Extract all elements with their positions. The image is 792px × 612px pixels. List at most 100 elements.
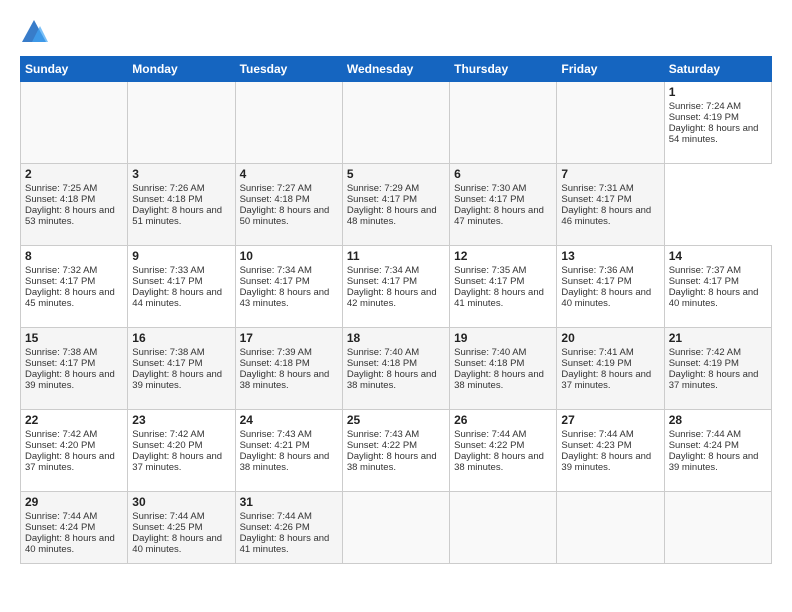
calendar-cell: 12Sunrise: 7:35 AMSunset: 4:17 PMDayligh… [450,246,557,328]
day-header-saturday: Saturday [664,57,771,82]
sunrise-label: Sunrise: 7:41 AM [561,347,659,358]
daylight-hours-label: Daylight: 8 hours and [132,533,230,544]
daylight-minutes-label: 42 minutes. [347,298,445,309]
sunrise-label: Sunrise: 7:44 AM [240,511,338,522]
sunrise-label: Sunrise: 7:43 AM [240,429,338,440]
daylight-minutes-label: 39 minutes. [132,380,230,391]
day-number: 21 [669,331,767,345]
calendar-cell: 29Sunrise: 7:44 AMSunset: 4:24 PMDayligh… [21,492,128,564]
daylight-hours-label: Daylight: 8 hours and [454,369,552,380]
calendar-cell: 21Sunrise: 7:42 AMSunset: 4:19 PMDayligh… [664,328,771,410]
sunrise-label: Sunrise: 7:31 AM [561,183,659,194]
daylight-minutes-label: 39 minutes. [561,462,659,473]
day-number: 20 [561,331,659,345]
daylight-hours-label: Daylight: 8 hours and [240,533,338,544]
day-number: 2 [25,167,123,181]
calendar-cell: 16Sunrise: 7:38 AMSunset: 4:17 PMDayligh… [128,328,235,410]
day-number: 6 [454,167,552,181]
day-number: 23 [132,413,230,427]
daylight-minutes-label: 38 minutes. [347,462,445,473]
daylight-minutes-label: 38 minutes. [454,380,552,391]
sunset-label: Sunset: 4:20 PM [25,440,123,451]
daylight-hours-label: Daylight: 8 hours and [669,287,767,298]
daylight-minutes-label: 37 minutes. [561,380,659,391]
daylight-hours-label: Daylight: 8 hours and [454,205,552,216]
calendar-cell: 15Sunrise: 7:38 AMSunset: 4:17 PMDayligh… [21,328,128,410]
sunset-label: Sunset: 4:17 PM [25,358,123,369]
day-number: 10 [240,249,338,263]
daylight-minutes-label: 41 minutes. [240,544,338,555]
sunrise-label: Sunrise: 7:44 AM [132,511,230,522]
calendar-cell [450,492,557,564]
daylight-minutes-label: 40 minutes. [669,298,767,309]
calendar-cell: 24 Sunrise: 7:43 AMSunset: 4:21 PMDayligh… [235,410,342,492]
sunrise-label: Sunrise: 7:27 AM [240,183,338,194]
daylight-minutes-label: 38 minutes. [347,380,445,391]
logo [20,18,52,46]
calendar-cell: 20Sunrise: 7:41 AMSunset: 4:19 PMDayligh… [557,328,664,410]
day-number: 24 [240,413,338,427]
daylight-minutes-label: 40 minutes. [561,298,659,309]
daylight-minutes-label: 53 minutes. [25,216,123,227]
daylight-minutes-label: 39 minutes. [669,462,767,473]
day-number: 16 [132,331,230,345]
calendar-cell [450,82,557,164]
day-header-sunday: Sunday [21,57,128,82]
daylight-minutes-label: 39 minutes. [25,380,123,391]
sunset-label: Sunset: 4:17 PM [347,194,445,205]
sunset-label: Sunset: 4:17 PM [669,276,767,287]
sunrise-label: Sunrise: 7:44 AM [454,429,552,440]
calendar-cell: 23Sunrise: 7:42 AMSunset: 4:20 PMDayligh… [128,410,235,492]
calendar-cell [342,492,449,564]
daylight-hours-label: Daylight: 8 hours and [240,451,338,462]
daylight-hours-label: Daylight: 8 hours and [561,205,659,216]
calendar-cell: 31Sunrise: 7:44 AMSunset: 4:26 PMDayligh… [235,492,342,564]
sunset-label: Sunset: 4:25 PM [132,522,230,533]
sunset-label: Sunset: 4:17 PM [132,276,230,287]
calendar-cell: 11Sunrise: 7:34 AMSunset: 4:17 PMDayligh… [342,246,449,328]
header [20,18,772,46]
calendar-cell [235,82,342,164]
daylight-minutes-label: 38 minutes. [454,462,552,473]
day-number: 28 [669,413,767,427]
sunset-label: Sunset: 4:19 PM [669,112,767,123]
sunrise-label: Sunrise: 7:43 AM [347,429,445,440]
sunrise-label: Sunrise: 7:32 AM [25,265,123,276]
daylight-hours-label: Daylight: 8 hours and [132,451,230,462]
calendar-cell: 8Sunrise: 7:32 AMSunset: 4:17 PMDaylight… [21,246,128,328]
daylight-minutes-label: 46 minutes. [561,216,659,227]
sunrise-label: Sunrise: 7:39 AM [240,347,338,358]
week-row-0: 1Sunrise: 7:24 AMSunset: 4:19 PMDaylight… [21,82,772,164]
sunrise-label: Sunrise: 7:24 AM [669,101,767,112]
sunset-label: Sunset: 4:18 PM [240,194,338,205]
sunset-label: Sunset: 4:23 PM [561,440,659,451]
sunset-label: Sunset: 4:18 PM [347,358,445,369]
sunset-label: Sunset: 4:17 PM [240,276,338,287]
daylight-hours-label: Daylight: 8 hours and [25,205,123,216]
daylight-hours-label: Daylight: 8 hours and [240,287,338,298]
day-number: 9 [132,249,230,263]
day-number: 15 [25,331,123,345]
sunrise-label: Sunrise: 7:25 AM [25,183,123,194]
daylight-hours-label: Daylight: 8 hours and [132,287,230,298]
calendar-cell: 25Sunrise: 7:43 AMSunset: 4:22 PMDayligh… [342,410,449,492]
day-number: 27 [561,413,659,427]
sunrise-label: Sunrise: 7:44 AM [25,511,123,522]
daylight-minutes-label: 37 minutes. [669,380,767,391]
calendar-cell: 5Sunrise: 7:29 AMSunset: 4:17 PMDaylight… [342,164,449,246]
day-number: 12 [454,249,552,263]
calendar-body: 1Sunrise: 7:24 AMSunset: 4:19 PMDaylight… [21,82,772,564]
sunset-label: Sunset: 4:17 PM [25,276,123,287]
calendar-cell: 1Sunrise: 7:24 AMSunset: 4:19 PMDaylight… [664,82,771,164]
sunset-label: Sunset: 4:17 PM [454,194,552,205]
day-number: 30 [132,495,230,509]
day-header-friday: Friday [557,57,664,82]
calendar-cell [664,492,771,564]
calendar-cell: 27Sunrise: 7:44 AMSunset: 4:23 PMDayligh… [557,410,664,492]
daylight-hours-label: Daylight: 8 hours and [669,123,767,134]
daylight-minutes-label: 48 minutes. [347,216,445,227]
daylight-hours-label: Daylight: 8 hours and [561,369,659,380]
day-number: 18 [347,331,445,345]
sunset-label: Sunset: 4:21 PM [240,440,338,451]
logo-icon [20,18,48,46]
